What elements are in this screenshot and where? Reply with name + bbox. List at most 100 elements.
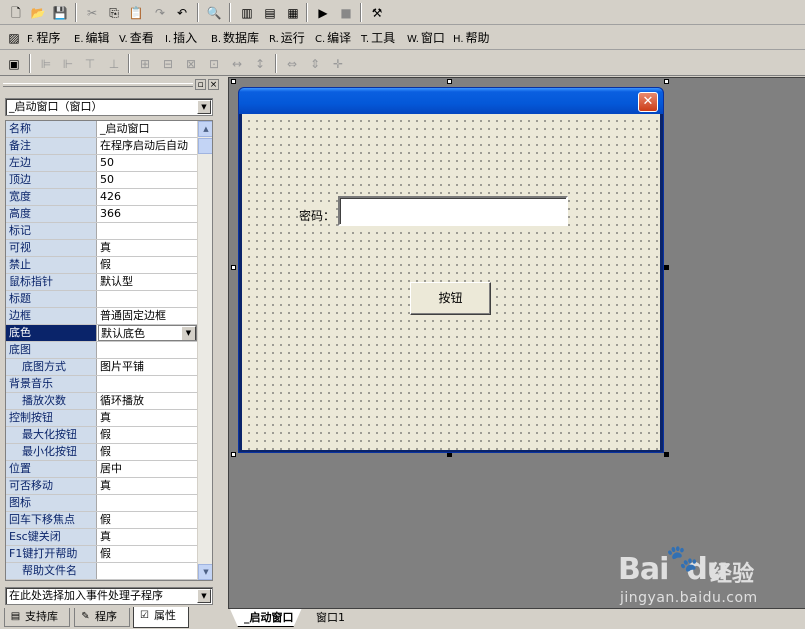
- property-value[interactable]: [98, 376, 197, 392]
- property-row[interactable]: 顶边 50: [6, 172, 197, 189]
- property-row[interactable]: 可视真: [6, 240, 197, 257]
- layout-grid-icon[interactable]: ▦: [283, 3, 303, 22]
- property-value[interactable]: [98, 223, 197, 239]
- property-value[interactable]: 普通固定边框: [98, 308, 197, 324]
- menu-run[interactable]: R. 运行: [269, 30, 305, 46]
- property-row[interactable]: 回车下移焦点假: [6, 512, 197, 529]
- property-value[interactable]: 假: [98, 512, 197, 528]
- tab-startup-window[interactable]: _启动窗口: [230, 609, 302, 627]
- resize-handle-l[interactable]: [231, 265, 236, 270]
- property-row[interactable]: 帮助文件名: [6, 563, 197, 580]
- space-vertical-icon[interactable]: ↕: [250, 54, 270, 73]
- restore-icon[interactable]: ▫: [195, 79, 206, 90]
- property-row[interactable]: 底图方式 图片平铺: [6, 359, 197, 376]
- close-icon[interactable]: ✕: [638, 92, 658, 112]
- tab-library[interactable]: ▤ 支持库: [4, 608, 70, 627]
- property-row[interactable]: 高度 366: [6, 206, 197, 223]
- property-value[interactable]: 50: [98, 155, 197, 171]
- find-icon[interactable]: 🔍: [204, 3, 224, 22]
- property-row[interactable]: 背景音乐: [6, 376, 197, 393]
- menu-window[interactable]: W. 窗口: [407, 30, 445, 46]
- property-value[interactable]: 真: [98, 240, 197, 256]
- property-value[interactable]: 真: [98, 478, 197, 494]
- property-value[interactable]: [98, 291, 197, 307]
- property-value[interactable]: 假: [98, 427, 197, 443]
- property-row[interactable]: 左边 50: [6, 155, 197, 172]
- menu-view[interactable]: V. 查看: [119, 30, 154, 46]
- property-row[interactable]: 标题: [6, 291, 197, 308]
- chevron-down-icon[interactable]: ▼: [197, 100, 211, 114]
- property-row[interactable]: 备注 在程序启动后自动: [6, 138, 197, 155]
- property-row[interactable]: Esc键关闭真: [6, 529, 197, 546]
- tab-program[interactable]: ✎ 程序: [74, 608, 130, 627]
- property-value[interactable]: [98, 342, 197, 358]
- password-label[interactable]: 密码：: [298, 208, 337, 224]
- hspace-icon[interactable]: ⇔: [282, 54, 302, 73]
- property-value[interactable]: 默认底色 ▼: [98, 325, 197, 341]
- object-selector[interactable]: _启动窗口（窗口） ▼: [5, 98, 213, 116]
- property-row[interactable]: 禁止假: [6, 257, 197, 274]
- copy-icon[interactable]: ⎘: [104, 3, 124, 22]
- property-row[interactable]: 控制按钮真: [6, 410, 197, 427]
- align-left-icon[interactable]: ⊫: [36, 54, 56, 73]
- vspace-icon[interactable]: ⇕: [305, 54, 325, 73]
- same-width-icon[interactable]: ⊠: [181, 54, 201, 73]
- property-value[interactable]: 真: [98, 410, 197, 426]
- chevron-down-icon[interactable]: ▼: [181, 326, 196, 340]
- scroll-up-icon[interactable]: ▲: [198, 121, 212, 137]
- property-row[interactable]: 最大化按钮假: [6, 427, 197, 444]
- property-value[interactable]: [98, 563, 197, 579]
- property-value[interactable]: 默认型: [98, 274, 197, 290]
- cut-icon[interactable]: ✂: [82, 3, 102, 22]
- property-row[interactable]: 标记: [6, 223, 197, 240]
- align-top-icon[interactable]: ⊤: [80, 54, 100, 73]
- same-height-icon[interactable]: ⊡: [204, 54, 224, 73]
- menu-tools[interactable]: T. 工具: [361, 30, 395, 46]
- property-row[interactable]: 播放次数 循环播放: [6, 393, 197, 410]
- form-client-area[interactable]: 密码： 按钮: [242, 114, 660, 450]
- align-bottom-icon[interactable]: ⊥: [104, 54, 124, 73]
- property-row[interactable]: 位置 居中: [6, 461, 197, 478]
- property-row[interactable]: 鼠标指针 默认型: [6, 274, 197, 291]
- stop-icon[interactable]: ■: [336, 3, 356, 22]
- layout-left-icon[interactable]: ▥: [237, 3, 257, 22]
- property-value[interactable]: 图片平铺: [98, 359, 197, 375]
- run-icon[interactable]: ▶: [313, 3, 333, 22]
- property-value[interactable]: 假: [98, 257, 197, 273]
- paste-icon[interactable]: 📋: [126, 3, 146, 22]
- resize-handle-tr[interactable]: [664, 79, 669, 84]
- property-grid-scrollbar[interactable]: ▲ ▼: [197, 121, 212, 580]
- undo-icon[interactable]: ↶: [172, 3, 192, 22]
- menu-database[interactable]: B. 数据库: [211, 30, 259, 46]
- save-icon[interactable]: 💾: [50, 3, 70, 22]
- menu-help[interactable]: H. 帮助: [453, 30, 490, 46]
- menu-compile[interactable]: C. 编译: [315, 30, 351, 46]
- center-form-icon[interactable]: ✛: [328, 54, 348, 73]
- properties-panel-icon[interactable]: ▣: [4, 54, 24, 73]
- tab-window1[interactable]: 窗口1: [302, 609, 353, 627]
- property-row[interactable]: 可否移动真: [6, 478, 197, 495]
- property-value[interactable]: 假: [98, 444, 197, 460]
- property-value[interactable]: 在程序启动后自动: [98, 138, 197, 154]
- property-value[interactable]: 循环播放: [98, 393, 197, 409]
- property-value[interactable]: 426: [98, 189, 197, 205]
- tab-properties[interactable]: ☑ 属性: [133, 607, 189, 628]
- resize-handle-br[interactable]: [664, 452, 669, 457]
- panel-close-icon[interactable]: ×: [208, 79, 219, 90]
- resize-handle-r[interactable]: [664, 265, 669, 270]
- event-handler-selector[interactable]: 在此处选择加入事件处理子程序 ▼: [5, 587, 213, 605]
- redo-icon[interactable]: ↷: [150, 3, 170, 22]
- form-titlebar[interactable]: ✕: [239, 88, 663, 114]
- menu-program[interactable]: F. 程序: [27, 30, 60, 46]
- space-horizontal-icon[interactable]: ↔: [227, 54, 247, 73]
- property-row[interactable]: 底色 默认底色 ▼: [6, 325, 197, 342]
- scroll-down-icon[interactable]: ▼: [198, 564, 212, 580]
- property-row[interactable]: 名称 _启动窗口: [6, 121, 197, 138]
- property-row[interactable]: 宽度 426: [6, 189, 197, 206]
- property-value[interactable]: _启动窗口: [98, 121, 197, 137]
- startup-form-window[interactable]: ✕ 密码： 按钮: [238, 87, 664, 453]
- chevron-down-icon[interactable]: ▼: [197, 589, 211, 603]
- property-row[interactable]: 最小化按钮假: [6, 444, 197, 461]
- property-value[interactable]: 50: [98, 172, 197, 188]
- property-value[interactable]: [98, 495, 197, 511]
